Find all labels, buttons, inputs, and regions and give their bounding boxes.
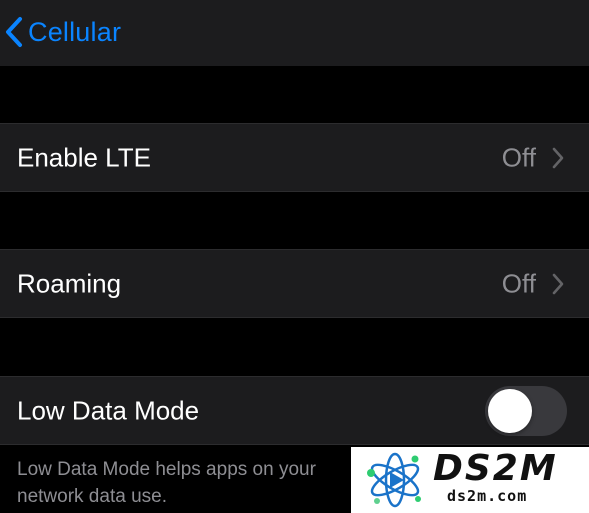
description-line-2: network data use. bbox=[17, 486, 167, 507]
watermark-title: DS2M bbox=[433, 448, 558, 489]
low-data-mode-description: Low Data Mode helps apps on your network… bbox=[17, 456, 347, 510]
low-data-mode-toggle[interactable] bbox=[485, 385, 567, 436]
description-line-1: Low Data Mode helps apps on your bbox=[17, 459, 316, 480]
enable-lte-value: Off bbox=[501, 142, 536, 172]
low-data-mode-row: Low Data Mode bbox=[0, 376, 589, 445]
back-button-label: Cellular bbox=[28, 16, 122, 47]
atom-logo-icon bbox=[367, 452, 421, 508]
roaming-value: Off bbox=[501, 268, 536, 298]
low-data-mode-label: Low Data Mode bbox=[17, 395, 200, 425]
roaming-row[interactable]: Roaming Off bbox=[0, 249, 589, 318]
chevron-right-icon bbox=[552, 273, 564, 294]
chevron-left-icon bbox=[6, 17, 22, 47]
back-button[interactable]: Cellular bbox=[4, 12, 121, 52]
enable-lte-row[interactable]: Enable LTE Off bbox=[0, 123, 589, 192]
watermark: DS2M ds2m.com bbox=[351, 447, 589, 513]
navigation-bar: Cellular bbox=[0, 0, 589, 66]
chevron-right-icon bbox=[552, 147, 564, 168]
toggle-knob bbox=[488, 388, 532, 433]
watermark-subtitle: ds2m.com bbox=[447, 487, 528, 505]
enable-lte-label: Enable LTE bbox=[17, 142, 151, 172]
roaming-label: Roaming bbox=[17, 268, 122, 298]
